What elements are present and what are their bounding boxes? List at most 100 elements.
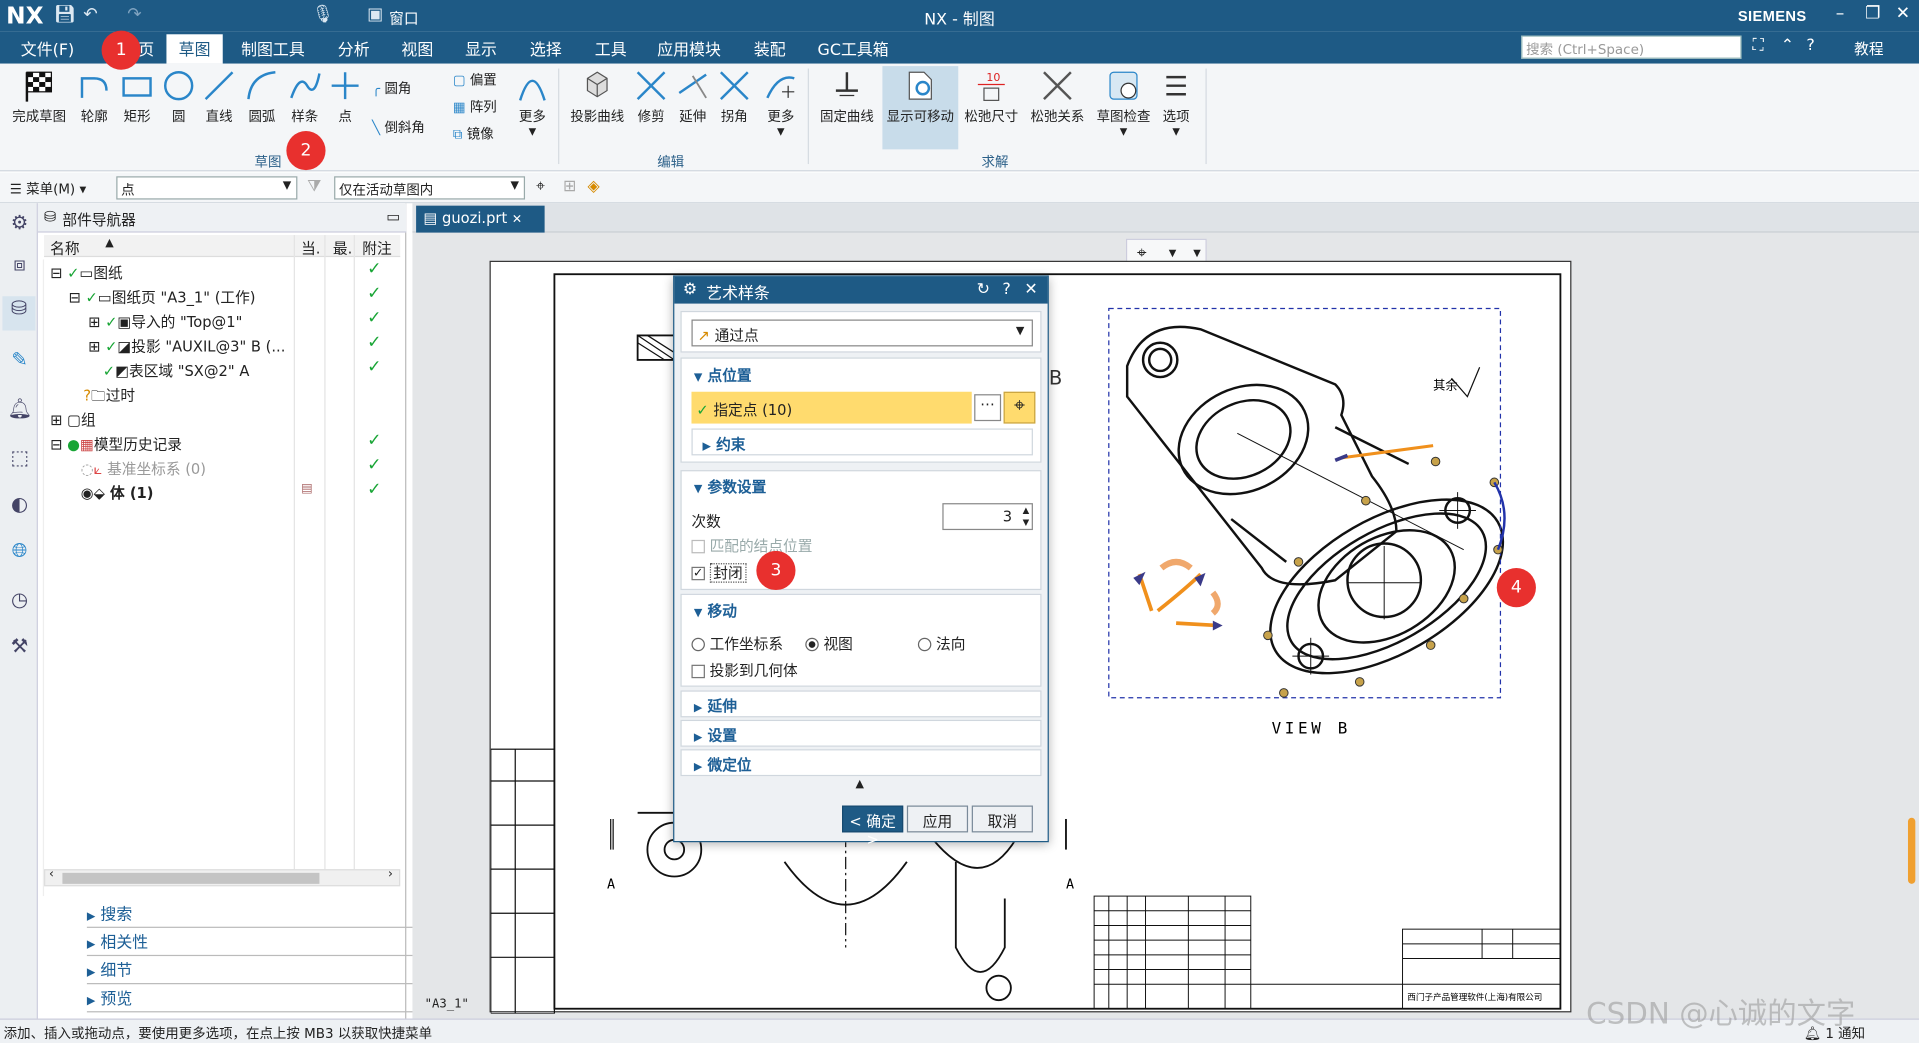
document-tab[interactable]: ▤ guozi.prt ✕ [416, 205, 545, 233]
tree-row[interactable]: ⊟ ✓▭图纸页 "A3_1" (工作) ✓ [44, 284, 400, 307]
type-select[interactable]: ↗ 通过点 ▼ [691, 319, 1033, 347]
section-header-point-location[interactable]: ▼ 点位置 [694, 365, 752, 386]
menu-display[interactable]: 显示 [465, 37, 497, 60]
menu-button[interactable]: ☰ 菜单(M) ▾ [10, 179, 86, 199]
finish-sketch-button[interactable]: 完成草图 [7, 69, 71, 127]
menu-view[interactable]: 视图 [401, 37, 433, 60]
tree-row[interactable]: ⊟ ●▦模型历史记录 ✓ [44, 431, 400, 454]
pattern-button[interactable]: ▦ 阵列 [453, 97, 497, 117]
point-button[interactable]: 点 [328, 69, 362, 127]
gear-icon[interactable]: ⚙ [7, 211, 31, 235]
tree-row[interactable]: ⊞ ▢组 [44, 406, 400, 429]
menu-applications[interactable]: 应用模块 [657, 37, 721, 60]
menu-file[interactable]: 文件(F) [21, 37, 74, 60]
apply-button[interactable]: 应用 [906, 805, 969, 833]
collapse-chevron-icon[interactable]: ▲ [855, 779, 863, 791]
fullscreen-icon[interactable]: ⛶ [1753, 37, 1764, 55]
command-search-input[interactable]: 搜索 (Ctrl+Space) [1521, 35, 1742, 59]
assembly-navigator-icon[interactable]: ⧈ [7, 252, 31, 276]
section-header-move[interactable]: ▼ 移动 [694, 600, 737, 621]
relax-dimensions-button[interactable]: 10 松弛尺寸 [962, 69, 1021, 127]
tree-row[interactable]: ⊟ ✓▭图纸 ✓ [44, 260, 400, 283]
close-icon[interactable]: ✕ [1896, 4, 1910, 24]
radio-normal[interactable]: 法向 [917, 633, 965, 654]
chevron-up-icon[interactable]: ⌃ [1781, 37, 1794, 55]
constraints-subsection[interactable]: ▶ 约束 [691, 428, 1033, 456]
arc-button[interactable]: 圆弧 [242, 69, 281, 127]
offset-button[interactable]: ▢ 偏置 [453, 70, 497, 90]
reset-icon[interactable]: ↻ [977, 280, 990, 298]
panel-dependencies[interactable]: ▶ 相关性 [86, 929, 442, 957]
degree-input[interactable]: 3 ▲ ▼ [942, 503, 1033, 531]
tree-row[interactable]: ⊞ ✓◪投影 "AUXIL@3" B (... ✓ [44, 333, 400, 356]
menu-sketch[interactable]: 草图 [166, 34, 223, 64]
closed-checkbox[interactable]: ✓ 封闭 [691, 562, 747, 583]
point-dialog-button[interactable]: ⋯ [974, 394, 1002, 422]
reuse-library-icon[interactable]: ⬚ [7, 446, 31, 470]
tree-row[interactable]: ◌⟀ 基准坐标系 (0) ✓ [44, 455, 400, 478]
minimize-icon[interactable]: – [1836, 4, 1845, 24]
menu-assembly[interactable]: 装配 [754, 37, 786, 60]
relax-constraints-button[interactable]: 松弛关系 [1028, 69, 1087, 127]
sketch-icon[interactable]: ✎ [7, 348, 31, 372]
trim-button[interactable]: 修剪 [632, 69, 671, 127]
point-snap-button[interactable]: ⌖ [1003, 391, 1036, 424]
bell-icon[interactable]: 🔔︎ [7, 397, 32, 421]
panel-details[interactable]: ▶ 细节 [86, 957, 442, 985]
menu-drafting-tools[interactable]: 制图工具 [241, 37, 305, 60]
tree-row[interactable]: ⊞ ✓▣导入的 "Top@1" ✓ [44, 308, 400, 331]
radio-view[interactable]: 视图 [805, 633, 853, 654]
part-navigator-icon[interactable]: ⛁ [2, 296, 36, 331]
close-icon[interactable]: ✕ [1024, 280, 1037, 298]
roles-icon[interactable]: ⚒ [7, 634, 31, 658]
scroll-indicator[interactable] [1907, 817, 1916, 884]
gear-icon[interactable]: ⚙ [683, 280, 697, 298]
fix-curve-button[interactable]: 固定曲线 [815, 69, 879, 127]
menu-tools[interactable]: 工具 [595, 37, 627, 60]
section-header-parameters[interactable]: ▼ 参数设置 [694, 476, 766, 497]
tree-row[interactable]: ✓◩表区域 "SX@2" A ✓ [44, 357, 400, 380]
filter-icon[interactable]: ⧩ [307, 178, 321, 196]
settings-section[interactable]: ▶ 设置 [680, 719, 1042, 747]
ok-button[interactable]: < 确定 > [842, 805, 904, 848]
column-notes[interactable]: 附注 [362, 237, 391, 258]
tree-row[interactable]: ?🗀过时 [44, 382, 400, 405]
chamfer-button[interactable]: ╲ 倒斜角 [372, 118, 425, 138]
tutorial-link[interactable]: 教程 [1854, 38, 1883, 59]
sketch-check-button[interactable]: 草图检查 ▼ [1093, 69, 1154, 137]
specify-points-row[interactable]: ✓ 指定点 (10) [691, 391, 972, 424]
history-icon[interactable]: ◐ [7, 492, 31, 516]
fine-positioning-section[interactable]: ▶ 微定位 [680, 749, 1042, 777]
menu-analysis[interactable]: 分析 [338, 37, 370, 60]
circle-button[interactable]: 圆 [162, 69, 196, 127]
extend-button[interactable]: 延伸 [673, 69, 712, 127]
project-curve-button[interactable]: 投影曲线 [568, 69, 627, 127]
scope-select[interactable]: 仅在活动草图内 ▼ [334, 176, 526, 200]
menu-select[interactable]: 选择 [530, 37, 562, 60]
clock-icon[interactable]: ◷ [7, 588, 31, 612]
panel-search[interactable]: ▶ 搜索 [86, 901, 442, 928]
help-icon[interactable]: ? [1002, 280, 1010, 298]
show-movable-button[interactable]: 显示可移动 [882, 66, 959, 150]
snap-icon[interactable]: ⌖ [536, 178, 545, 196]
match-knots-checkbox[interactable]: 匹配的结点位置 [691, 535, 812, 556]
line-button[interactable]: 直线 [201, 69, 238, 127]
project-to-geometry-checkbox[interactable]: 投影到几何体 [691, 660, 798, 681]
web-browser-icon[interactable]: 🌐︎ [7, 539, 31, 563]
panel-preview[interactable]: ▶ 预览 [86, 985, 442, 1013]
help-icon[interactable]: ? [1806, 37, 1814, 55]
studio-spline-button[interactable]: 样条 [285, 69, 324, 127]
maximize-icon[interactable]: ▭ [386, 208, 400, 225]
options-button[interactable]: 选项 ▼ [1158, 69, 1195, 137]
extension-section[interactable]: ▶ 延伸 [680, 690, 1042, 718]
search-icon[interactable]: ⌕ [1722, 37, 1731, 55]
type-filter-select[interactable]: 点 ▼ [116, 176, 298, 200]
more-sketch-button[interactable]: 更多 ▼ [514, 69, 551, 137]
more-edit-button[interactable]: 更多 ▼ [761, 69, 800, 137]
tree-row[interactable]: ◉⬙ 体 (1) ▤ ✓ [44, 480, 400, 503]
profile-button[interactable]: 轮廓 [76, 69, 113, 127]
radio-wcs[interactable]: 工作坐标系 [691, 633, 783, 654]
horizontal-scrollbar[interactable]: ‹ › [44, 868, 401, 887]
rectangle-button[interactable]: 矩形 [117, 69, 156, 127]
column-name[interactable]: 名称 [50, 237, 79, 258]
